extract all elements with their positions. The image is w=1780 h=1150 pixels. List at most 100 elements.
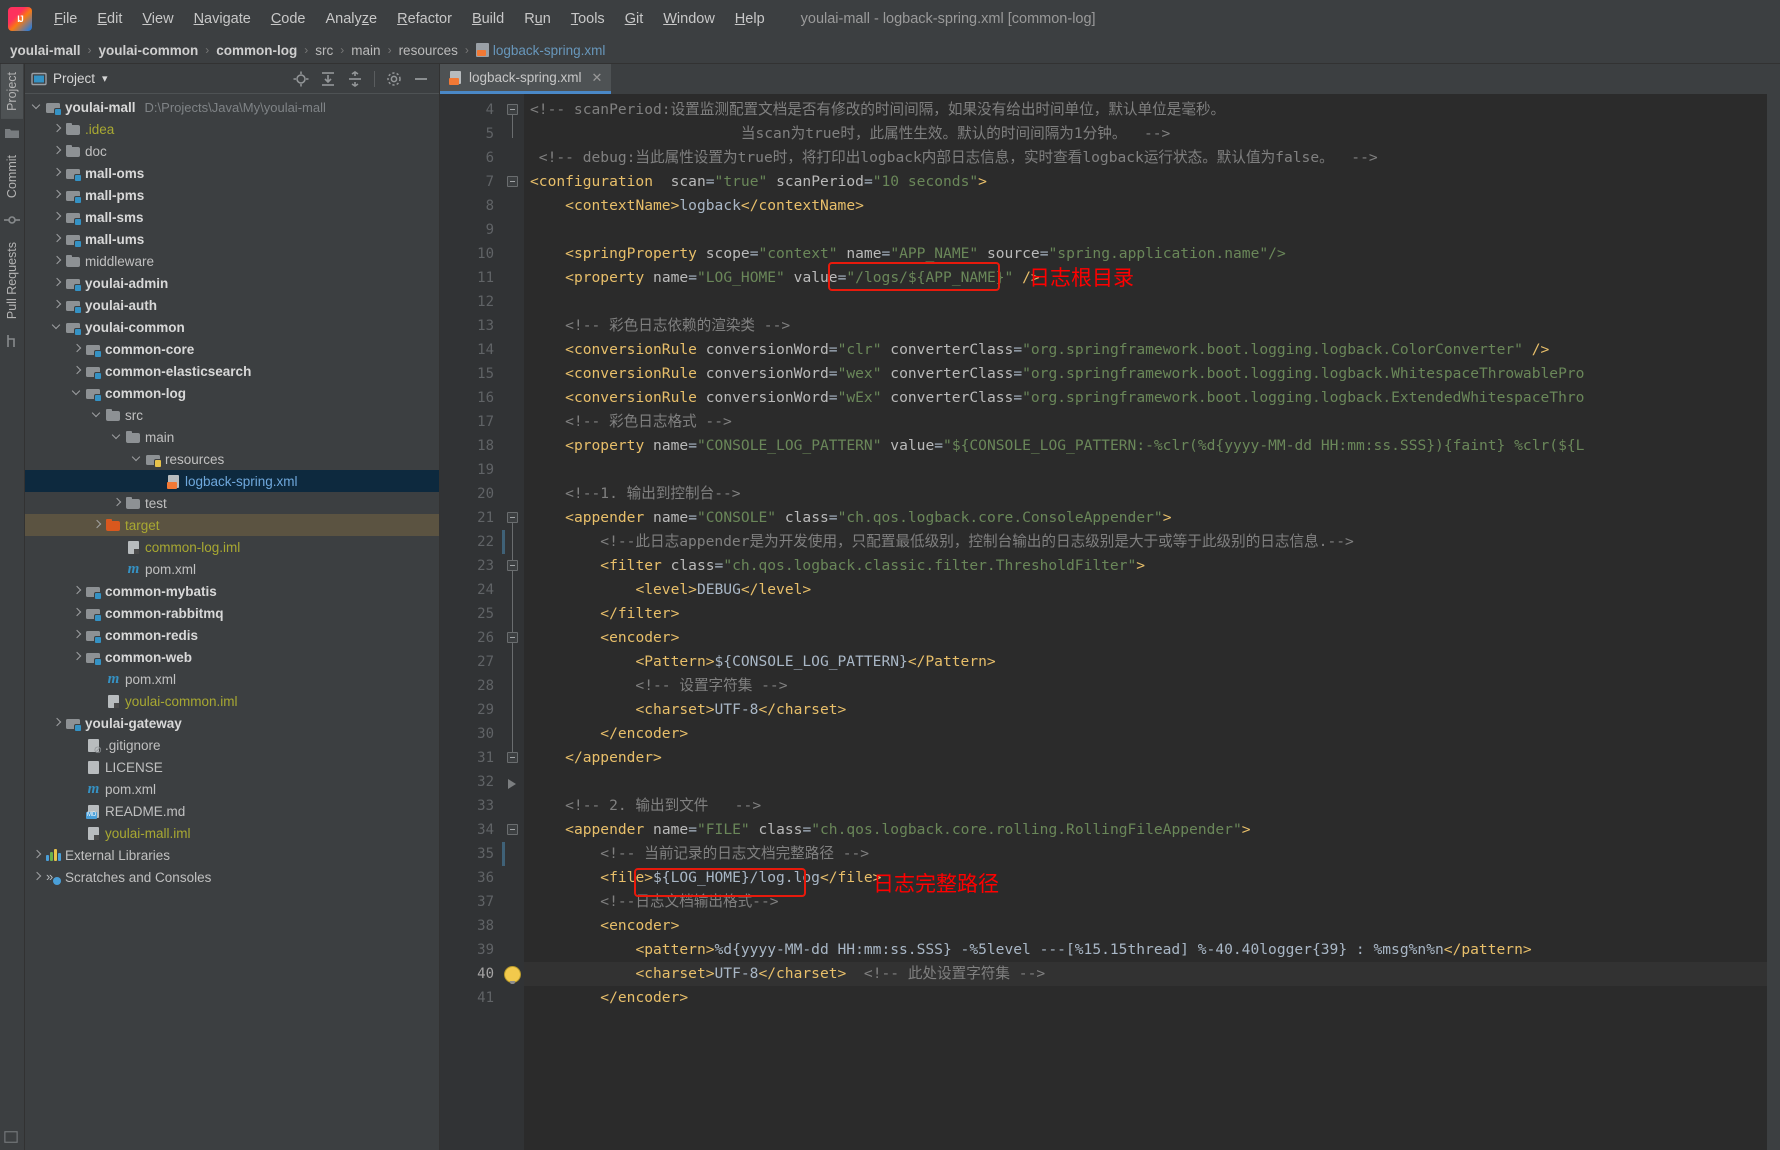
terminal-icon[interactable] [4,1130,18,1144]
close-icon[interactable]: ✕ [592,70,603,86]
tree-item-test[interactable]: test [25,492,439,514]
tree-item-common-core[interactable]: common-core [25,338,439,360]
tab-logback-spring-xml[interactable]: logback-spring.xml ✕ [440,64,612,94]
tool-tab-commit[interactable]: Commit [1,147,23,206]
chevron-right-icon[interactable] [91,519,103,531]
code-line[interactable]: <charset>UTF-8</charset> [524,698,1767,722]
code-line[interactable]: <!-- 彩色日志依赖的渲染类 --> [524,314,1767,338]
tree-item-common-web[interactable]: common-web [25,646,439,668]
tree-item-resources[interactable]: resources [25,448,439,470]
breadcrumb-item-youlai-common[interactable]: youlai-common [99,43,199,58]
run-gutter-icon[interactable] [508,779,516,789]
menu-help[interactable]: Help [725,7,775,31]
code-line[interactable]: <!--1. 输出到控制台--> [524,482,1767,506]
menu-refactor[interactable]: Refactor [387,7,462,31]
chevron-right-icon[interactable] [51,123,63,135]
chevron-right-icon[interactable] [51,277,63,289]
tree-item-youlai-common-iml[interactable]: youlai-common.iml [25,690,439,712]
chevron-right-icon[interactable] [71,607,83,619]
settings-gear-icon[interactable] [386,71,402,87]
tree-item-pom-xml[interactable]: m pom.xml [25,778,439,800]
code-line[interactable]: <charset>UTF-8</charset> <!-- 此处设置字符集 --… [524,962,1767,986]
code-line[interactable]: <configuration scan="true" scanPeriod="1… [524,170,1767,194]
menu-tools[interactable]: Tools [561,7,615,31]
tree-item-doc[interactable]: doc [25,140,439,162]
intention-bulb-icon[interactable] [505,967,520,984]
tree-item-common-log-iml[interactable]: common-log.iml [25,536,439,558]
hide-panel-icon[interactable] [413,71,429,87]
tree-item-src[interactable]: src [25,404,439,426]
chevron-down-icon[interactable]: ▾ [102,72,108,85]
code-line[interactable]: <!-- debug:当此属性设置为true时，将打印出logback内部日志信… [524,146,1767,170]
code-line[interactable]: </filter> [524,602,1767,626]
tool-tab-project[interactable]: Project [1,64,23,119]
editor-scrollbar[interactable] [1767,94,1780,1150]
code-line[interactable]: <!--日志文档输出格式--> [524,890,1767,914]
tree-item-pom-xml[interactable]: m pom.xml [25,558,439,580]
tree-item--gitignore[interactable]: .gitignore [25,734,439,756]
breadcrumb-item-common-log[interactable]: common-log [216,43,297,58]
code-line[interactable]: <pattern>%d{yyyy-MM-dd HH:mm:ss.SSS} -%5… [524,938,1767,962]
code-line[interactable]: <encoder> [524,914,1767,938]
tree-item-common-redis[interactable]: common-redis [25,624,439,646]
chevron-right-icon[interactable] [51,717,63,729]
code-line[interactable]: 当scan为true时，此属性生效。默认的时间间隔为1分钟。 --> [524,122,1767,146]
tree-item-common-rabbitmq[interactable]: common-rabbitmq [25,602,439,624]
collapse-all-icon[interactable] [347,70,363,87]
chevron-down-icon[interactable] [51,321,63,333]
chevron-down-icon[interactable] [31,101,43,113]
menu-analyze[interactable]: Analyze [316,7,388,31]
tree-item-logback-spring-xml[interactable]: logback-spring.xml [25,470,439,492]
chevron-right-icon[interactable] [71,343,83,355]
chevron-down-icon[interactable] [131,453,143,465]
code-line[interactable]: <!--此日志appender是为开发使用，只配置最低级别，控制台输出的日志级别… [524,530,1767,554]
code-line[interactable]: <encoder> [524,626,1767,650]
code-line[interactable] [524,458,1767,482]
breadcrumb-item-src[interactable]: src [315,43,333,58]
tree-item-readme-md[interactable]: README.md [25,800,439,822]
fold-toggle-icon[interactable] [507,176,518,187]
tree-item-mall-sms[interactable]: mall-sms [25,206,439,228]
menu-run[interactable]: Run [514,7,561,31]
tree-item-youlai-gateway[interactable]: youlai-gateway [25,712,439,734]
tree-item-youlai-common[interactable]: youlai-common [25,316,439,338]
chevron-right-icon[interactable] [51,299,63,311]
tree-item-common-mybatis[interactable]: common-mybatis [25,580,439,602]
tree-item-license[interactable]: LICENSE [25,756,439,778]
code-line[interactable]: <property name="LOG_HOME" value="/logs/$… [524,266,1767,290]
chevron-right-icon[interactable] [71,651,83,663]
code-line[interactable]: <level>DEBUG</level> [524,578,1767,602]
chevron-right-icon[interactable] [51,255,63,267]
code-line[interactable]: </encoder> [524,722,1767,746]
code-line[interactable]: <!-- scanPeriod:设置监测配置文档是否有修改的时间间隔，如果没有给… [524,98,1767,122]
fold-toggle-icon[interactable] [507,752,518,763]
code-line[interactable]: <appender name="CONSOLE" class="ch.qos.l… [524,506,1767,530]
code-line[interactable] [524,218,1767,242]
code-line[interactable]: <conversionRule conversionWord="wex" con… [524,362,1767,386]
expand-all-icon[interactable] [320,71,336,87]
fold-toggle-icon[interactable] [507,632,518,643]
tree-item-external-libraries[interactable]: External Libraries [25,844,439,866]
code-line[interactable]: <!-- 彩色日志格式 --> [524,410,1767,434]
fold-toggle-icon[interactable] [507,824,518,835]
code-line[interactable] [524,770,1767,794]
chevron-down-icon[interactable] [91,409,103,421]
tree-item-youlai-mall-iml[interactable]: youlai-mall.iml [25,822,439,844]
locate-icon[interactable] [293,71,309,87]
chevron-down-icon[interactable] [71,387,83,399]
code-line[interactable]: <contextName>logback</contextName> [524,194,1767,218]
tree-item-middleware[interactable]: middleware [25,250,439,272]
tree-item-youlai-mall[interactable]: youlai-mall D:\Projects\Java\My\youlai-ma… [25,96,439,118]
tree-item-mall-oms[interactable]: mall-oms [25,162,439,184]
code-line[interactable]: <appender name="FILE" class="ch.qos.logb… [524,818,1767,842]
tree-item-scratches-and-consoles[interactable]: Scratches and Consoles [25,866,439,888]
menu-build[interactable]: Build [462,7,514,31]
code-line[interactable]: <Pattern>${CONSOLE_LOG_PATTERN}</Pattern… [524,650,1767,674]
fold-column[interactable] [502,94,524,1150]
menu-git[interactable]: Git [615,7,654,31]
tree-item-youlai-admin[interactable]: youlai-admin [25,272,439,294]
chevron-right-icon[interactable] [111,497,123,509]
tree-item-pom-xml[interactable]: m pom.xml [25,668,439,690]
breadcrumb-item-logback-spring-xml[interactable]: logback-spring.xml [475,42,605,58]
menu-file[interactable]: File [44,7,87,31]
